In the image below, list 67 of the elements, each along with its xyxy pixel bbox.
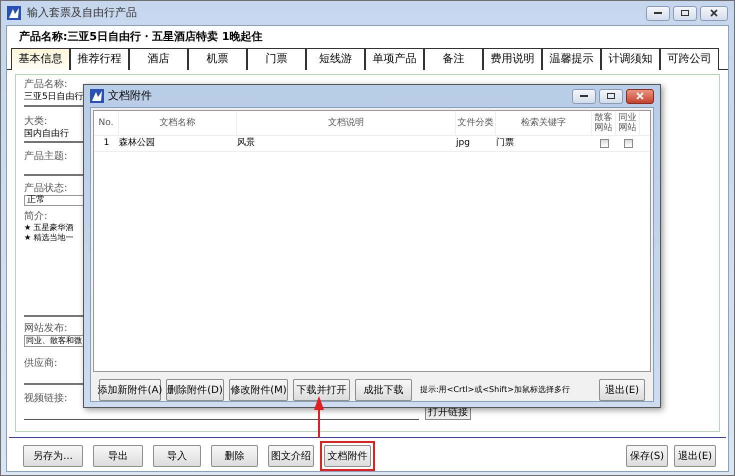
dialog-title: 文档附件: [108, 88, 152, 104]
field-label: 产品状态:: [24, 183, 68, 194]
tab[interactable]: 计调须知: [601, 48, 660, 70]
toolbar-button[interactable]: 导出: [93, 445, 143, 467]
tab[interactable]: 温馨提示: [542, 48, 601, 70]
tab[interactable]: 可跨公司: [660, 48, 719, 70]
dialog-button[interactable]: 删除附件(D): [166, 379, 224, 401]
column-header[interactable]: 检索关键字: [496, 111, 592, 135]
toolbar-button[interactable]: 退出(E): [674, 445, 716, 467]
window-title: 输入套票及自由行产品: [27, 4, 137, 21]
toolbar-button[interactable]: 图文介绍: [268, 445, 314, 467]
column-header[interactable]: 文档说明: [237, 111, 456, 135]
table-cell-text: 森林公园: [119, 136, 156, 150]
checkbox[interactable]: [624, 139, 632, 148]
column-header[interactable]: No.: [94, 111, 119, 135]
dialog-button[interactable]: 下载并打开: [293, 379, 350, 401]
toolbar-button[interactable]: 删除: [211, 445, 258, 467]
intro-text: ★ 精选当地一: [24, 233, 74, 243]
toolbar-button[interactable]: 保存(S): [626, 445, 668, 467]
tab[interactable]: 费用说明: [483, 48, 542, 70]
tab[interactable]: 单项产品: [365, 48, 424, 70]
column-header[interactable]: 文档名称: [119, 111, 237, 135]
toolbar-button[interactable]: 文档附件: [324, 445, 371, 467]
arrow-annotation: [313, 396, 325, 438]
intro-text: ★ 五星豪华酒: [24, 223, 74, 233]
tab[interactable]: 推荐行程: [70, 48, 129, 70]
field-label: 产品名称:: [24, 79, 68, 91]
field-value: 三亚5日自由行: [24, 91, 84, 103]
dialog-button[interactable]: 添加新附件(A): [99, 379, 161, 401]
exit-button[interactable]: 退出(E): [599, 379, 645, 401]
tab[interactable]: 门票: [247, 48, 306, 70]
app-icon: [90, 89, 104, 103]
field-label: 简介:: [24, 211, 48, 223]
column-header[interactable]: 文件分类: [456, 111, 496, 135]
close-icon: [636, 92, 644, 100]
table-cell-text: 风景: [237, 136, 256, 150]
table-cell-text: 1: [102, 136, 110, 150]
tab[interactable]: 短线游: [306, 48, 365, 70]
hint-text: 提示:用<Crtl>或<Shift>加鼠标选择多行: [420, 384, 570, 396]
tab[interactable]: 基本信息: [11, 48, 70, 70]
minimize-button[interactable]: [572, 88, 596, 104]
maximize-button[interactable]: [673, 6, 697, 20]
maximize-button[interactable]: [599, 88, 623, 104]
checkbox[interactable]: [600, 139, 608, 148]
tab[interactable]: 备注: [424, 48, 483, 70]
app-icon: [7, 6, 21, 20]
product-title: 产品名称:三亚5日自由行・五星酒店特卖 1晚起住: [19, 28, 263, 45]
column-header[interactable]: 同业网站: [616, 111, 640, 135]
dialog-button[interactable]: 修改附件(M): [229, 379, 288, 401]
field-label: 大类:: [24, 116, 48, 128]
tab[interactable]: 机票: [188, 48, 247, 70]
column-header[interactable]: 散客网站: [592, 111, 616, 135]
field-label: 产品主题:: [24, 151, 68, 163]
toolbar-button[interactable]: 另存为...: [23, 445, 83, 467]
table-cell-text: jpg: [456, 136, 471, 150]
toolbar-button[interactable]: 导入: [153, 445, 201, 467]
table-cell-text: 门票: [496, 136, 515, 150]
field-value: 国内自由行: [24, 128, 69, 140]
dialog-button[interactable]: 成批下载: [355, 379, 412, 401]
tab[interactable]: 酒店: [129, 48, 188, 70]
minimize-button[interactable]: [646, 6, 670, 20]
field-label: 视频链接:: [24, 393, 68, 405]
field-label: 网站发布:: [24, 323, 68, 335]
close-icon: [710, 9, 718, 17]
close-button[interactable]: [700, 6, 728, 20]
field-label: 供应商:: [24, 358, 58, 370]
close-button[interactable]: [626, 88, 654, 104]
